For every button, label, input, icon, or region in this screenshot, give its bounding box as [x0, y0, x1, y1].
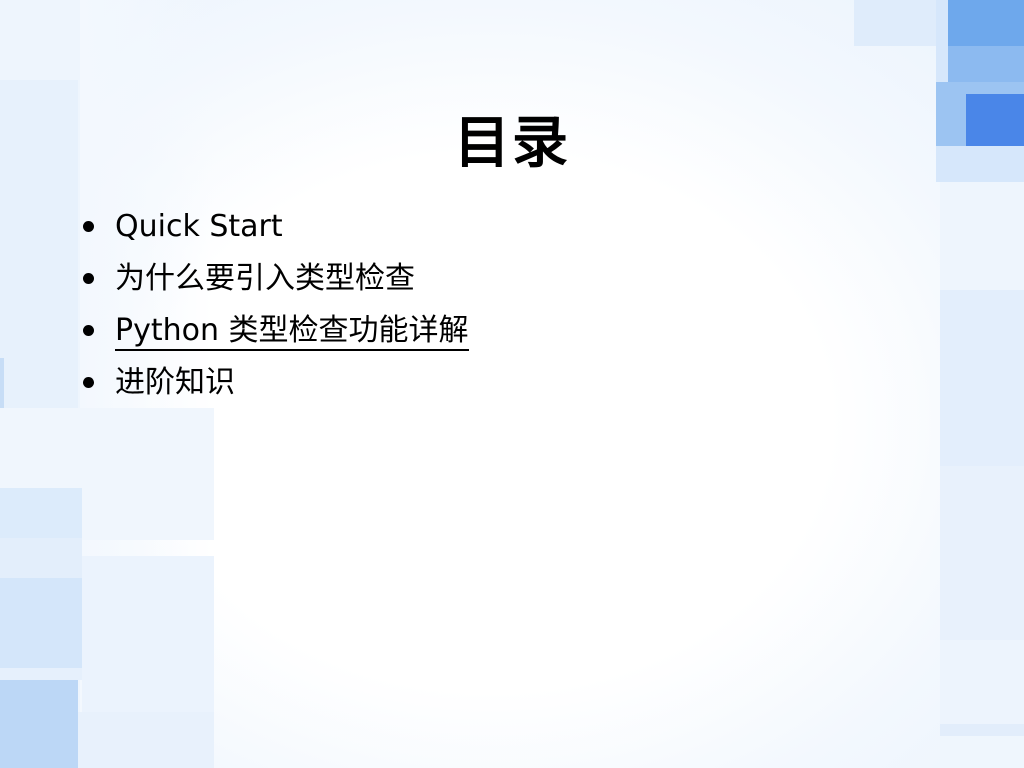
toc-list: Quick Start 为什么要引入类型检查 Python 类型检查功能详解 进…	[80, 204, 469, 412]
toc-item-label[interactable]: 进阶知识	[115, 365, 235, 400]
bullet-icon	[83, 273, 94, 284]
toc-item-label[interactable]: 为什么要引入类型检查	[115, 261, 415, 296]
slide-title: 目录	[454, 110, 570, 176]
toc-item-advanced-topics[interactable]: 进阶知识	[80, 360, 469, 412]
toc-item-why-type-checking[interactable]: 为什么要引入类型检查	[80, 256, 469, 308]
bullet-icon	[83, 377, 94, 388]
bullet-icon	[83, 325, 94, 336]
slide: 目录 Quick Start 为什么要引入类型检查 Python 类型检查功能详…	[0, 0, 1024, 768]
toc-item-link[interactable]: Python 类型检查功能详解	[115, 313, 469, 351]
toc-item-python-type-checking-details[interactable]: Python 类型检查功能详解	[80, 308, 469, 360]
toc-item-label[interactable]: Quick Start	[115, 209, 283, 244]
bullet-icon	[83, 221, 94, 232]
toc-item-quick-start[interactable]: Quick Start	[80, 204, 469, 256]
